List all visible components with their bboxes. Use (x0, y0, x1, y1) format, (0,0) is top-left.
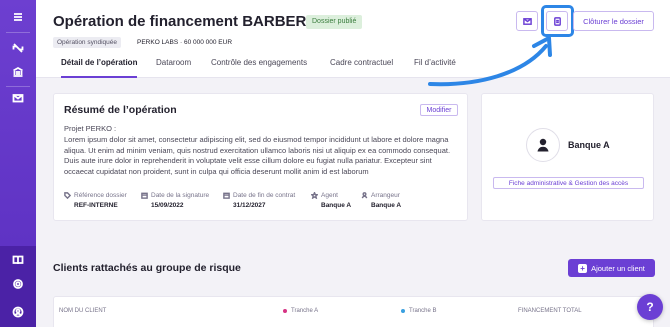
sidebar (0, 0, 36, 327)
fact-arranger: Arrangeur Banque A (361, 192, 401, 209)
mail-button[interactable] (516, 11, 538, 31)
fact-label: Agent (321, 192, 338, 199)
fact-label: Date de la signature (151, 192, 210, 199)
project-label: Projet PERKO : (64, 124, 117, 133)
operation-summary-card: Résumé de l’opération Modifier Projet PE… (53, 93, 468, 221)
highlight-box (541, 5, 574, 37)
clients-table-header: NOM DU CLIENT Tranche A Tranche B FINANC… (53, 296, 654, 327)
menu-icon[interactable] (0, 8, 36, 26)
bank-icon[interactable] (0, 63, 36, 81)
summary-title: Résumé de l’opération (64, 104, 177, 116)
bank-card: Banque A Fiche administrative & Gestion … (481, 93, 654, 221)
sidebar-divider (6, 86, 30, 87)
tranche-b-dot-icon (401, 309, 405, 313)
bank-name: Banque A (568, 140, 610, 150)
sidebar-divider (6, 32, 30, 33)
clients-section-title: Clients rattachés au groupe de risque (53, 262, 241, 274)
page-header: Opération de financement BARBERA Dossier… (36, 0, 670, 78)
fact-end-date: Date de fin de contrat 31/12/2027 (223, 192, 295, 209)
annotation-arrow-icon (428, 36, 552, 87)
status-badge: Dossier publié (306, 15, 363, 29)
mail-icon[interactable] (0, 89, 36, 107)
tag-icon (64, 192, 71, 199)
tab-contract[interactable]: Cadre contractuel (330, 54, 393, 78)
fact-label: Référence dossier (74, 192, 127, 199)
fact-value: 15/09/2022 (151, 202, 184, 209)
admin-sheet-button[interactable]: Fiche administrative & Gestion des accès (493, 177, 644, 189)
calendar-icon (223, 192, 230, 199)
settings-icon[interactable] (0, 275, 36, 293)
fact-agent: Agent Banque A (311, 192, 351, 209)
column-header[interactable]: Tranche A (283, 308, 318, 314)
fact-signature-date: Date de la signature 15/09/2022 (141, 192, 209, 209)
operation-type-tag: Opération syndiquée (53, 37, 121, 48)
fact-value: 31/12/2027 (233, 202, 266, 209)
tab-dataroom[interactable]: Dataroom (156, 54, 191, 78)
calendar-icon (141, 192, 148, 199)
column-header[interactable]: NOM DU CLIENT (59, 308, 106, 314)
person-icon (361, 192, 368, 199)
help-button[interactable]: ? (637, 294, 663, 320)
fact-reference: Référence dossier REF-INTERNE (64, 192, 127, 209)
fact-value: Banque A (371, 202, 402, 209)
clients-icon[interactable] (0, 39, 36, 57)
tab-detail[interactable]: Détail de l’opération (61, 54, 138, 78)
mail-icon (522, 17, 532, 25)
tab-engagements[interactable]: Contrôle des engagements (211, 54, 307, 78)
column-header[interactable]: Tranche B (401, 308, 436, 314)
summary-facts: Référence dossier REF-INTERNE Date de la… (64, 192, 464, 214)
star-icon (311, 192, 318, 199)
tranche-a-dot-icon (283, 309, 287, 313)
amount-line: PERKO LABS · 60 000 000 EUR (137, 39, 233, 46)
plus-icon: + (578, 263, 588, 273)
book-icon[interactable] (0, 251, 36, 269)
column-label: Tranche B (409, 308, 437, 314)
page-title: Opération de financement BARBERA (53, 13, 318, 30)
sidebar-bottom (0, 246, 36, 327)
add-client-button[interactable]: + Ajouter un client (568, 259, 655, 277)
fact-label: Arrangeur (371, 192, 400, 199)
column-label: FINANCEMENT TOTAL (518, 308, 582, 314)
fact-label: Date de fin de contrat (233, 192, 296, 199)
close-file-button[interactable]: Clôturer le dossier (573, 11, 654, 31)
column-header[interactable]: FINANCEMENT TOTAL (518, 308, 582, 314)
avatar (526, 128, 560, 162)
person-icon (537, 138, 549, 152)
fact-value: Banque A (321, 202, 352, 209)
add-client-label: Ajouter un client (591, 263, 645, 273)
column-label: NOM DU CLIENT (59, 308, 107, 314)
user-circle-icon[interactable] (0, 303, 36, 321)
summary-description: Lorem ipsum dolor sit amet, consectetur … (64, 135, 451, 176)
column-label: Tranche A (291, 308, 319, 314)
fact-value: REF-INTERNE (74, 202, 118, 209)
modify-button[interactable]: Modifier (420, 104, 458, 116)
